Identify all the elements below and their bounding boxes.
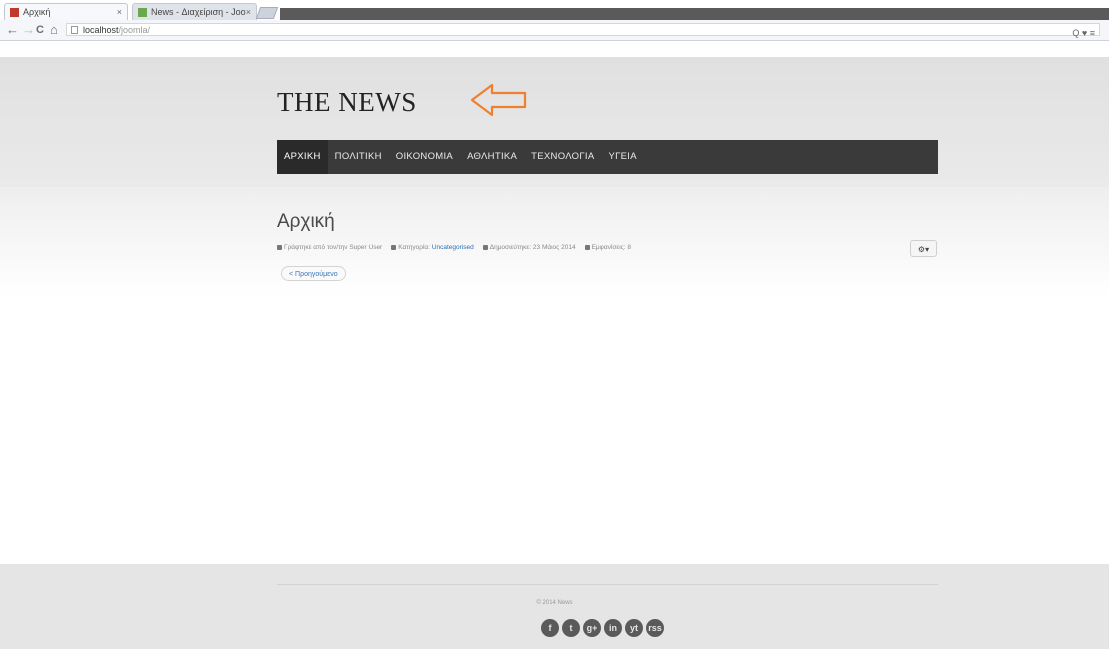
category-label: Κατηγορία: xyxy=(398,244,430,251)
menu-item[interactable]: ΤΕΧΝΟΛΟΓΙΑ xyxy=(524,140,601,174)
url-path: /joomla/ xyxy=(118,25,151,35)
reload-icon[interactable]: C xyxy=(36,22,44,38)
eye-icon xyxy=(584,245,590,250)
browser-tab-home[interactable]: Αρχική × xyxy=(4,3,128,20)
address-bar[interactable]: localhost/joomla/ Q ♥ ≡ xyxy=(66,23,1100,38)
main-menu: ΑΡΧΙΚΗ ΠΟΛΙΤΙΚΗ ΟΙΚΟΝΟΜΙΑ ΑΘΛΗΤΙΚΑ ΤΕΧΝΟΛΟΓΙ… xyxy=(277,140,938,174)
article-info: Γράφτηκε από τον/την Super User Κατηγορί… xyxy=(277,244,640,251)
browser-toolbar: ← → C ⌂ localhost/joomla/ Q ♥ ≡ xyxy=(0,20,1109,41)
home-icon[interactable]: ⌂ xyxy=(50,22,58,38)
published-date: Δημοσιεύτηκε: 23 Μάιος 2014 xyxy=(489,244,576,251)
tab-close-icon[interactable]: × xyxy=(117,7,122,17)
forward-arrow-icon[interactable]: → xyxy=(22,22,35,38)
menu-item[interactable]: ΠΟΛΙΤΙΚΗ xyxy=(328,140,389,174)
tab-title: News - Διαχείριση - Joo xyxy=(151,7,246,17)
browser-tab-admin[interactable]: News - Διαχείριση - Joo × xyxy=(132,3,257,20)
copyright-text: © 2014 News xyxy=(536,600,573,606)
browser-tab-bar: Αρχική × News - Διαχείριση - Joo × xyxy=(0,0,1109,20)
google-plus-icon[interactable]: g+ xyxy=(583,619,601,637)
new-tab-button[interactable] xyxy=(255,7,279,19)
menu-item[interactable]: ΟΙΚΟΝΟΜΙΑ xyxy=(389,140,460,174)
back-button[interactable]: < Προηγούμενο xyxy=(281,266,346,281)
menu-item[interactable]: ΑΘΛΗΤΙΚΑ xyxy=(460,140,524,174)
folder-icon xyxy=(391,245,397,250)
site-header: THE NEWS ΑΡΧΙΚΗ ΠΟΛΙΤΙΚΗ ΟΙΚΟΝΟΜΙΑ ΑΘΛΗΤΙΚΑ… xyxy=(0,57,1109,187)
rss-icon[interactable]: rss xyxy=(646,619,664,637)
site-logo[interactable]: THE NEWS xyxy=(277,87,417,118)
left-arrow-icon xyxy=(470,83,527,117)
joomla-favicon-icon xyxy=(10,7,19,17)
youtube-icon[interactable]: yt xyxy=(625,619,643,637)
content-area xyxy=(0,187,1109,297)
menu-item[interactable]: ΑΡΧΙΚΗ xyxy=(277,140,328,174)
menu-item[interactable]: ΥΓΕΙΑ xyxy=(601,140,643,174)
hits-count: Εμφανίσεις: 8 xyxy=(591,244,632,251)
page-title: Αρχική xyxy=(277,211,335,232)
article-tools-button[interactable]: ⚙▾ xyxy=(910,240,937,257)
back-arrow-icon[interactable]: ← xyxy=(6,22,19,38)
author-text: Γράφτηκε από τον/την Super User xyxy=(284,244,383,251)
tab-close-icon[interactable]: × xyxy=(246,7,251,17)
facebook-icon[interactable]: f xyxy=(541,619,559,637)
joomla-favicon-icon xyxy=(138,7,147,17)
twitter-icon[interactable]: t xyxy=(562,619,580,637)
bookmarks-bar xyxy=(0,41,1109,57)
url-host: localhost xyxy=(83,25,119,35)
user-icon xyxy=(277,245,282,250)
calendar-icon xyxy=(482,245,488,250)
tab-title: Αρχική xyxy=(23,7,51,17)
footer-divider xyxy=(277,584,938,585)
tab-strip-background xyxy=(280,8,1109,20)
site-footer: © 2014 News f t g+ in yt rss xyxy=(0,564,1109,649)
social-links: f t g+ in yt rss xyxy=(541,619,664,637)
toolbar-right-icons[interactable]: Q ♥ ≡ xyxy=(1072,27,1095,40)
category-link[interactable]: Uncategorised xyxy=(432,244,474,251)
linkedin-icon[interactable]: in xyxy=(604,619,622,637)
page-icon xyxy=(71,26,78,34)
